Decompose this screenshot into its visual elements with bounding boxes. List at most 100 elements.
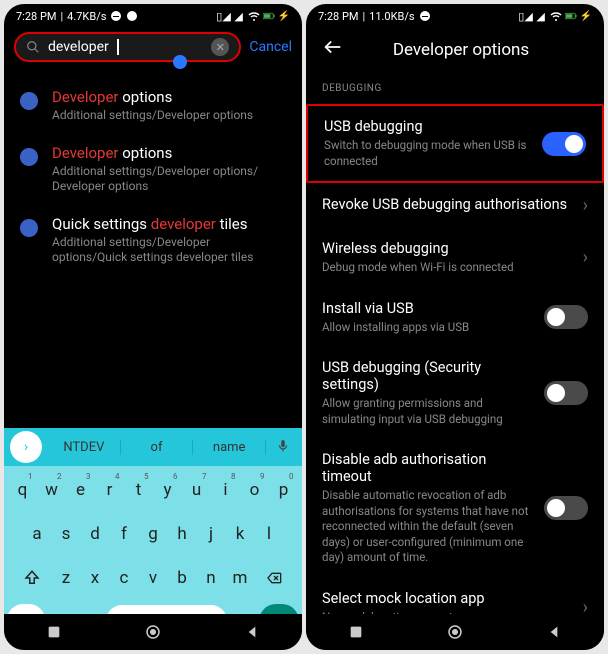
nav-recent-button[interactable] — [345, 621, 367, 643]
back-button[interactable] — [322, 36, 344, 63]
setting-desc: Disable automatic revocation of adb auth… — [322, 488, 532, 566]
setting-title: USB debugging (Security settings) — [322, 359, 532, 393]
setting-item[interactable]: USB debugging (Security settings)Allow g… — [306, 347, 604, 439]
key-u[interactable]: 7u — [184, 472, 210, 508]
key-row-2: asdfghjkl — [7, 516, 299, 552]
key-m[interactable]: m — [227, 560, 253, 596]
signal-icon: ▯◢ — [218, 10, 230, 22]
nav-home-button[interactable] — [444, 621, 466, 643]
battery-icon — [565, 10, 577, 22]
backspace-key[interactable] — [256, 560, 292, 596]
setting-item[interactable]: Install via USB Allow installing apps via… — [306, 288, 604, 348]
search-query: developer — [48, 39, 109, 55]
key-f[interactable]: f — [111, 516, 137, 552]
key-k[interactable]: k — [227, 516, 253, 552]
setting-title: Disable adb authorisation timeout — [322, 451, 532, 485]
setting-item[interactable]: Revoke USB debugging authorisations › — [306, 183, 604, 228]
key-i[interactable]: 8i — [213, 472, 239, 508]
setting-title: Revoke USB debugging authorisations — [322, 196, 571, 213]
nav-back-button[interactable] — [241, 621, 263, 643]
nav-back-button[interactable] — [543, 621, 565, 643]
setting-item[interactable]: USB debugging Switch to debugging mode wh… — [306, 104, 604, 183]
phone-left: 7:28 PM | 4.7KB/s ▯◢ ◢ ⚡ developer — [4, 4, 302, 650]
setting-item[interactable]: Select mock location appNo mock location… — [306, 578, 604, 614]
result-item[interactable]: Developer options Additional settings/De… — [4, 134, 302, 205]
setting-desc: Allow installing apps via USB — [322, 320, 532, 336]
key-j[interactable]: j — [198, 516, 224, 552]
setting-desc: Switch to debugging mode when USB is con… — [324, 138, 530, 169]
key-y[interactable]: 6y — [155, 472, 181, 508]
settings-list: USB debugging Switch to debugging mode wh… — [306, 104, 604, 614]
key-g[interactable]: g — [140, 516, 166, 552]
dnd-icon — [110, 10, 122, 22]
suggestion[interactable]: NTDEV — [48, 440, 121, 455]
result-item[interactable]: Quick settings developer tiles Additiona… — [4, 205, 302, 276]
signal2-icon: ◢ — [535, 10, 547, 22]
toggle-switch[interactable] — [544, 381, 588, 405]
mic-icon[interactable] — [276, 438, 292, 457]
header: Developer options — [306, 26, 604, 77]
search-icon — [26, 40, 40, 54]
setting-title: Wireless debugging — [322, 240, 571, 257]
suggestion[interactable]: name — [193, 440, 266, 455]
section-header: DEBUGGING — [306, 77, 604, 104]
key-s[interactable]: s — [53, 516, 79, 552]
whatsapp-icon — [126, 10, 138, 22]
key-w[interactable]: 2w — [39, 472, 65, 508]
key-e[interactable]: 3e — [68, 472, 94, 508]
chevron-right-icon: › — [583, 597, 588, 614]
chevron-right-icon: › — [583, 195, 588, 216]
key-b[interactable]: b — [169, 560, 195, 596]
chevron-right-icon: › — [583, 247, 588, 268]
nav-bar — [4, 614, 302, 650]
setting-title: Install via USB — [322, 300, 532, 317]
key-a[interactable]: a — [24, 516, 50, 552]
key-z[interactable]: z — [53, 560, 79, 596]
suggestion[interactable]: of — [121, 440, 194, 455]
status-bar: 7:28 PM | 4.7KB/s ▯◢ ◢ ⚡ — [4, 4, 302, 26]
wifi-icon — [550, 10, 562, 22]
settings-icon — [20, 219, 38, 237]
clear-search-button[interactable]: ✕ — [211, 38, 229, 56]
nav-recent-button[interactable] — [43, 621, 65, 643]
key-d[interactable]: d — [82, 516, 108, 552]
nav-home-button[interactable] — [142, 621, 164, 643]
setting-desc: Debug mode when Wi-Fi is connected — [322, 260, 571, 276]
key-x[interactable]: x — [82, 560, 108, 596]
search-input[interactable]: developer ✕ — [14, 32, 241, 62]
key-l[interactable]: l — [256, 516, 282, 552]
key-n[interactable]: n — [198, 560, 224, 596]
key-v[interactable]: v — [140, 560, 166, 596]
key-t[interactable]: 5t — [126, 472, 152, 508]
text-cursor-handle[interactable] — [173, 55, 187, 69]
key-p[interactable]: 0p — [271, 472, 297, 508]
result-item[interactable]: Developer options Additional settings/De… — [4, 78, 302, 134]
key-h[interactable]: h — [169, 516, 195, 552]
key-row-3: zxcvbnm — [7, 560, 299, 596]
key-c[interactable]: c — [111, 560, 137, 596]
key-r[interactable]: 4r — [97, 472, 123, 508]
setting-item[interactable]: Disable adb authorisation timeoutDisable… — [306, 439, 604, 578]
cancel-button[interactable]: Cancel — [249, 39, 292, 55]
toggle-switch[interactable] — [542, 132, 586, 156]
signal2-icon: ◢ — [233, 10, 245, 22]
setting-title: USB debugging — [324, 118, 530, 135]
status-time: 7:28 PM — [16, 10, 56, 23]
setting-title: Select mock location app — [322, 590, 571, 607]
setting-item[interactable]: Wireless debugging Debug mode when Wi-Fi … — [306, 228, 604, 288]
battery-icon — [263, 10, 275, 22]
nav-bar — [306, 614, 604, 650]
expand-suggestions-button[interactable]: › — [10, 431, 42, 463]
toggle-switch[interactable] — [544, 496, 588, 520]
key-q[interactable]: 1q — [10, 472, 36, 508]
key-o[interactable]: 9o — [242, 472, 268, 508]
shift-key[interactable] — [14, 560, 50, 596]
keyboard: › NTDEV of name 1q2w3e4r5t6y7u8i9o0p asd… — [4, 428, 302, 650]
toggle-switch[interactable] — [544, 305, 588, 329]
status-speed: 11.0KB/s — [369, 10, 414, 23]
status-speed: 4.7KB/s — [67, 10, 106, 23]
settings-icon — [20, 148, 38, 166]
search-row: developer ✕ Cancel — [4, 26, 302, 68]
suggestion-bar: › NTDEV of name — [4, 428, 302, 466]
settings-icon — [20, 92, 38, 110]
